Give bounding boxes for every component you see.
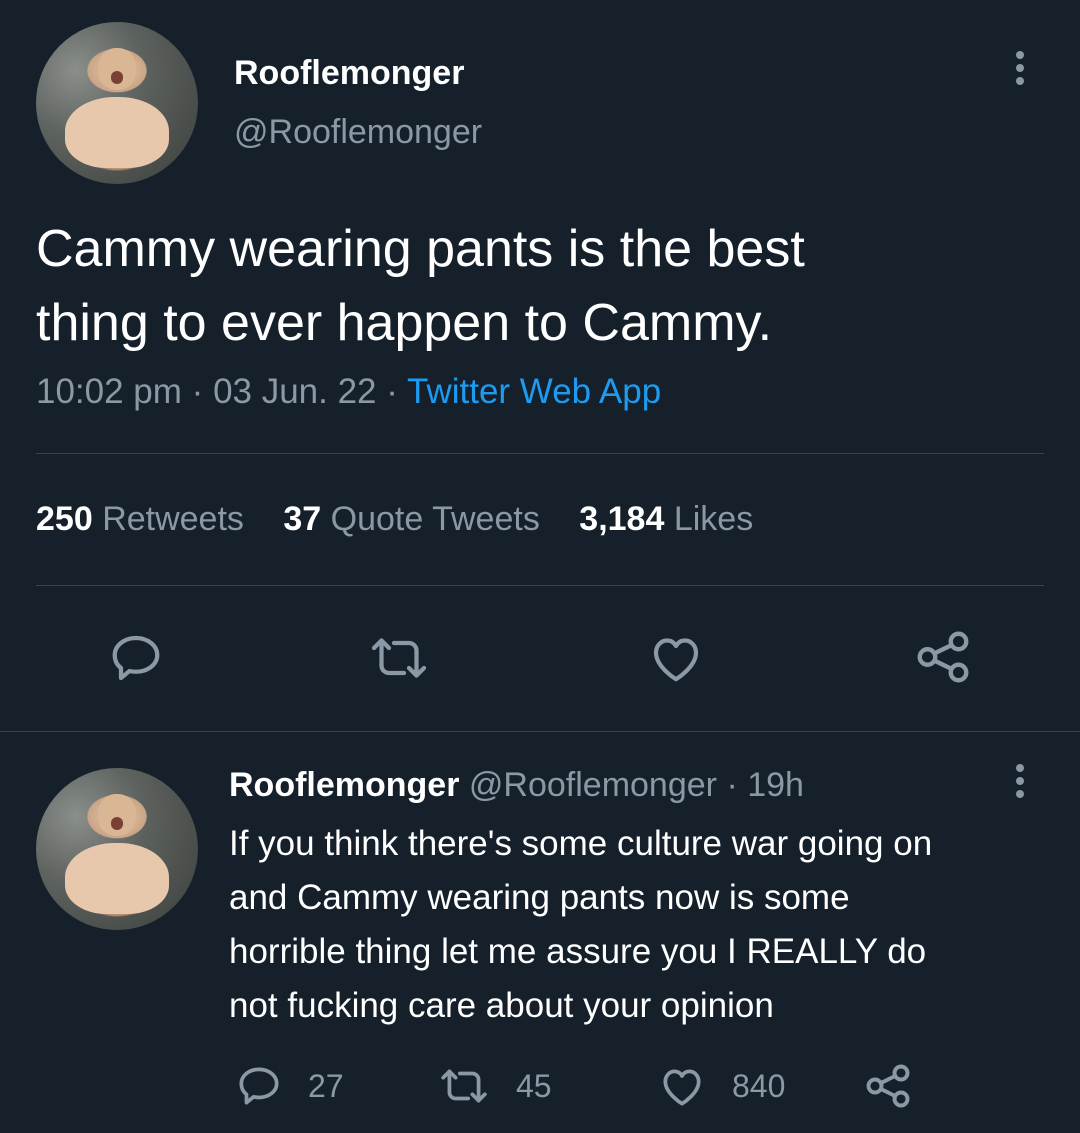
tweet-text: Cammy wearing pants is the best thing to… [36,212,805,360]
reply-author-avatar[interactable] [36,768,198,930]
likes-stat[interactable]: 3,184 Likes [579,500,753,538]
likes-count: 3,184 [579,500,665,538]
reply-display-name[interactable]: Rooflemonger [229,766,459,804]
like-icon[interactable] [646,628,706,688]
retweets-label: Retweets [102,500,244,538]
author-display-name[interactable]: Rooflemonger [234,54,464,93]
reply-icon [234,1061,284,1111]
divider [36,585,1044,586]
reply-age[interactable]: 19h [747,766,804,804]
tweet-stats: 250 Retweets 37 Quote Tweets 3,184 Likes [36,500,753,539]
reply-more-options-icon[interactable] [1016,764,1024,803]
retweets-stat[interactable]: 250 Retweets [36,500,253,538]
tweet-source-link[interactable]: Twitter Web App [407,372,661,411]
like-icon [656,1061,708,1111]
reply-text: If you think there's some culture war go… [229,817,932,1033]
reply-count: 27 [308,1067,344,1104]
tweet-text-line: thing to ever happen to Cammy. [36,294,773,352]
retweets-count: 250 [36,500,93,538]
likes-label: Likes [673,500,754,538]
reply-header: Rooflemonger @Rooflemonger · 19h [229,766,804,805]
retweet-count: 45 [516,1067,552,1104]
tweet-text-line: Cammy wearing pants is the best [36,220,805,278]
reply-text-line: If you think there's some culture war go… [229,824,933,863]
quotes-stat[interactable]: 37 Quote Tweets [283,500,549,538]
author-avatar[interactable] [36,22,198,184]
reply-action-reply[interactable]: 27 [234,1060,344,1112]
reply-handle[interactable]: @Rooflemonger [469,766,717,804]
share-icon[interactable] [862,1060,914,1112]
retweet-icon [436,1061,492,1111]
author-handle[interactable]: @Rooflemonger [234,113,482,152]
like-count: 840 [732,1067,786,1104]
separator: · [726,766,738,804]
tweet-date[interactable]: 03 Jun. 22 [213,372,376,411]
retweet-icon[interactable] [366,628,432,688]
divider [0,731,1080,732]
tweet-meta: 10:02 pm · 03 Jun. 22 · Twitter Web App [36,372,661,412]
more-options-icon[interactable] [1016,51,1024,90]
separator: · [191,372,204,411]
reply-icon[interactable] [106,628,166,688]
reply-action-like[interactable]: 840 [656,1060,785,1112]
reply-action-retweet[interactable]: 45 [436,1060,552,1112]
separator: · [386,372,398,411]
share-icon[interactable] [912,626,974,688]
reply-text-line: horrible thing let me assure you I REALL… [229,932,927,971]
divider [36,453,1044,454]
quotes-count: 37 [283,500,322,538]
quotes-label: Quote Tweets [330,500,540,538]
reply-text-line: not fucking care about your opinion [229,986,774,1025]
reply-text-line: and Cammy wearing pants now is some [229,878,850,917]
tweet-time[interactable]: 10:02 pm [36,372,182,411]
